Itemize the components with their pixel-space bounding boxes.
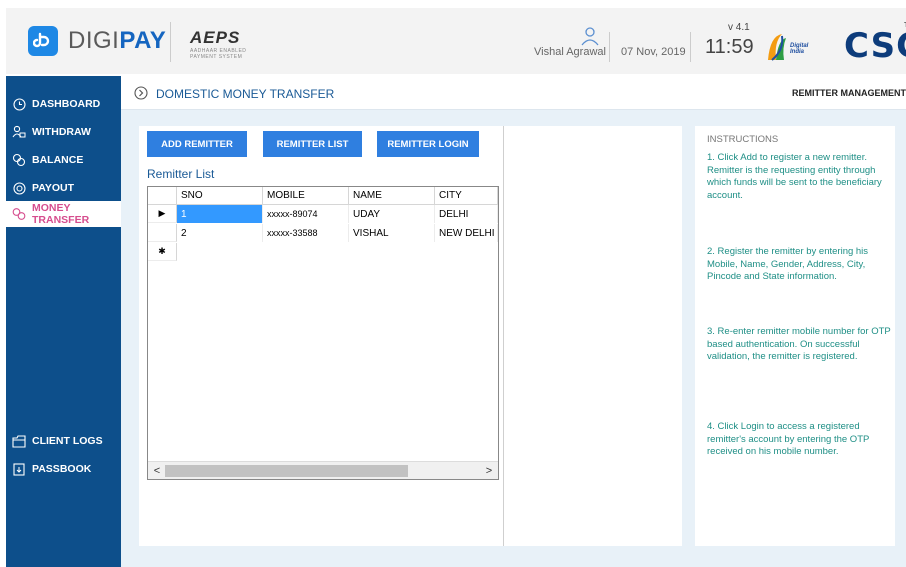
- sidebar-item-passbook[interactable]: PASSBOOK: [6, 456, 121, 482]
- user-name: Vishal Agrawal: [534, 46, 606, 58]
- column-header-name[interactable]: NAME: [349, 187, 435, 205]
- sidebar-item-money-transfer[interactable]: MONEY TRANSFER: [6, 201, 121, 227]
- row-header[interactable]: ▶: [148, 205, 177, 223]
- scroll-left-icon[interactable]: <: [150, 464, 164, 478]
- instruction-step: 2. Register the remitter by entering his…: [707, 246, 869, 282]
- sidebar: DASHBOARD WITHDRAW BALANCE PAYOUT MONEY …: [6, 76, 121, 567]
- app-version: v 4.1: [728, 22, 750, 33]
- header-divider: [609, 32, 610, 62]
- folder-icon: [12, 434, 26, 448]
- header-divider: [170, 22, 171, 62]
- sidebar-item-label: PAYOUT: [32, 182, 75, 194]
- sidebar-item-label: DASHBOARD: [32, 98, 101, 110]
- remitter-login-button[interactable]: REMITTER LOGIN: [377, 131, 479, 157]
- digital-india-text: Digital India: [790, 43, 809, 55]
- clock-icon: [12, 97, 26, 111]
- transfer-icon: [12, 207, 26, 221]
- sidebar-item-dashboard[interactable]: DASHBOARD: [6, 91, 121, 117]
- column-header-sno[interactable]: SNO: [177, 187, 263, 205]
- grid-corner-header: [148, 187, 177, 205]
- wallet-icon: [12, 153, 26, 167]
- table-cell-mobile[interactable]: xxxxx-33588: [263, 224, 349, 242]
- payout-icon: [12, 181, 26, 195]
- sidebar-item-client-logs[interactable]: CLIENT LOGS: [6, 428, 121, 454]
- table-cell-mobile[interactable]: xxxxx-89074: [263, 205, 349, 223]
- page-title: DOMESTIC MONEY TRANSFER: [156, 87, 335, 101]
- table-cell-sno[interactable]: 2: [177, 224, 263, 242]
- digital-india-logo: Digital India: [764, 30, 822, 64]
- new-row-header[interactable]: ✱: [148, 243, 177, 261]
- aeps-logo-text: AEPS: [190, 28, 241, 47]
- csc-logo: CSC: [844, 26, 906, 66]
- table-cell-name[interactable]: VISHAL: [349, 224, 435, 242]
- sidebar-item-label: CLIENT LOGS: [32, 435, 103, 447]
- remitter-grid[interactable]: SNO MOBILE NAME CITY ▶ 1 xxxxx-89074 UDA…: [147, 186, 499, 480]
- sidebar-item-withdraw[interactable]: WITHDRAW: [6, 119, 121, 145]
- column-header-mobile[interactable]: MOBILE: [263, 187, 349, 205]
- remitter-list-title: Remitter List: [147, 167, 215, 181]
- remitter-list-button[interactable]: REMITTER LIST: [263, 131, 362, 157]
- sidebar-item-label: MONEY TRANSFER: [32, 202, 90, 226]
- table-cell-name[interactable]: UDAY: [349, 205, 435, 223]
- table-cell-sno[interactable]: 1: [177, 205, 263, 223]
- aeps-logo-subtext: AADHAAR ENABLED PAYMENT SYSTEM: [190, 48, 247, 60]
- content-area: ADD REMITTER REMITTER LIST REMITTER LOGI…: [121, 110, 906, 567]
- panel-divider: [503, 126, 504, 546]
- remitter-panel: ADD REMITTER REMITTER LIST REMITTER LOGI…: [139, 126, 682, 546]
- circle-chevron-right-icon[interactable]: [134, 86, 148, 100]
- sidebar-item-label: BALANCE: [32, 154, 84, 166]
- brand-name: DIGIPAY: [68, 27, 166, 55]
- instruction-step: 1. Click Add to register a new remitter.…: [707, 152, 882, 201]
- scrollbar-thumb[interactable]: [165, 465, 408, 477]
- sidebar-item-balance[interactable]: BALANCE: [6, 147, 121, 173]
- sidebar-item-label: PASSBOOK: [32, 463, 92, 475]
- passbook-icon: [12, 462, 26, 476]
- instructions-title: INSTRUCTIONS: [707, 134, 779, 145]
- instructions-panel: INSTRUCTIONS 1. Click Add to register a …: [695, 126, 895, 546]
- digipay-logo-icon: [28, 26, 58, 56]
- instruction-step: 3. Re-enter remitter mobile number for O…: [707, 326, 891, 362]
- scroll-right-icon[interactable]: >: [482, 464, 496, 478]
- sidebar-item-payout[interactable]: PAYOUT: [6, 175, 121, 201]
- brand-part1: DIGI: [68, 27, 120, 54]
- add-remitter-button[interactable]: ADD REMITTER: [147, 131, 247, 157]
- app-header: DIGIPAY AEPS AADHAAR ENABLED PAYMENT SYS…: [6, 8, 906, 74]
- header-divider: [690, 32, 691, 62]
- instruction-step: 4. Click Login to access a registered re…: [707, 421, 870, 457]
- column-header-city[interactable]: CITY: [435, 187, 498, 205]
- aeps-logo: AEPS AADHAAR ENABLED PAYMENT SYSTEM: [190, 28, 274, 60]
- row-header[interactable]: [148, 224, 177, 242]
- brand-part2: PAY: [119, 27, 167, 54]
- user-icon[interactable]: [579, 26, 601, 46]
- table-cell-city[interactable]: DELHI: [435, 205, 498, 223]
- breadcrumb: DOMESTIC MONEY TRANSFER REMITTER MANAGEM…: [121, 76, 906, 110]
- header-clock: 11:59: [705, 36, 754, 58]
- sidebar-item-label: WITHDRAW: [32, 126, 91, 138]
- header-date: 07 Nov, 2019: [621, 46, 686, 58]
- table-cell-city[interactable]: NEW DELHI: [435, 224, 498, 242]
- section-label: REMITTER MANAGEMENT: [792, 88, 906, 98]
- horizontal-scrollbar[interactable]: < >: [148, 461, 498, 479]
- user-cash-icon: [12, 125, 26, 139]
